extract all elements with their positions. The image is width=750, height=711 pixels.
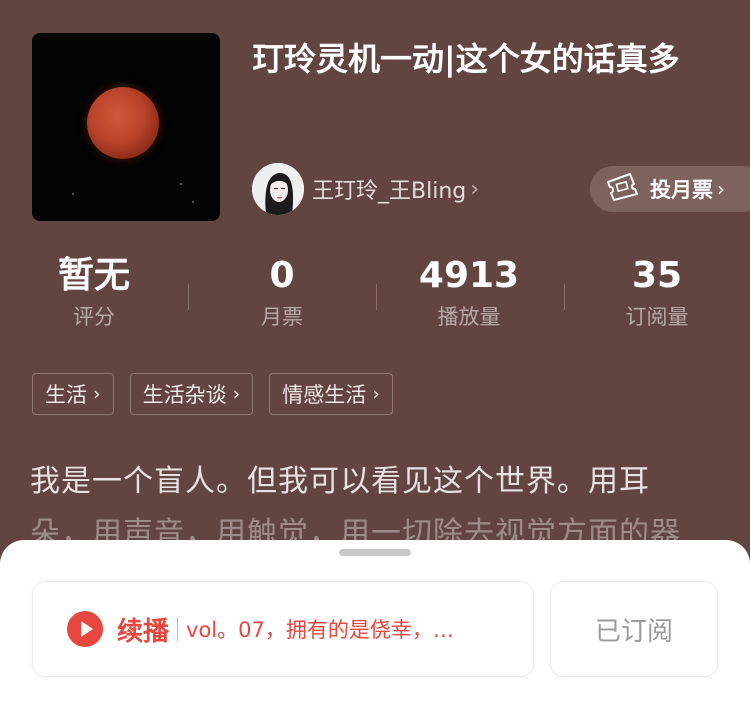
tag-label: 情感生活 — [282, 383, 367, 407]
description-line: 我是一个盲人。但我可以看见这个世界。用耳 — [30, 464, 650, 499]
chevron-right-icon: › — [470, 176, 480, 202]
tag-label: 生活杂谈 — [142, 383, 227, 407]
star-dot — [192, 201, 194, 203]
author-name: 王玎玲_王Bling — [312, 179, 467, 204]
category-tags: 生活 › 生活杂谈 › 情感生活 › — [32, 373, 393, 415]
stat-value: 暂无 — [57, 255, 130, 296]
drag-handle[interactable] — [339, 549, 411, 556]
stat-value: 35 — [631, 255, 683, 296]
star-dot — [72, 193, 74, 195]
continue-play-button[interactable]: 续播 vol。07，拥有的是侥幸，… — [32, 581, 534, 677]
stat-label: 订阅量 — [625, 305, 689, 329]
tag-life-chat[interactable]: 生活杂谈 › — [129, 373, 254, 415]
author-link[interactable]: 王玎玲_王Bling › — [252, 162, 479, 216]
episode-title: vol。07，拥有的是侥幸，… — [186, 618, 454, 642]
stat-value: 0 — [269, 255, 295, 296]
tag-life[interactable]: 生活 › — [32, 373, 114, 415]
stat-plays: 4913 播放量 — [394, 250, 544, 332]
stat-divider — [564, 284, 565, 310]
moon-image — [87, 87, 159, 159]
vote-label: 投月票 — [650, 178, 713, 202]
play-icon — [67, 611, 103, 647]
separator — [177, 617, 179, 641]
stat-label: 月票 — [261, 305, 303, 329]
podcast-title: 玎玲灵机一动|这个女的话真多 — [252, 40, 680, 78]
chevron-right-icon: › — [717, 177, 725, 201]
tag-label: 生活 — [45, 383, 87, 407]
subscribed-button[interactable]: 已订阅 — [550, 581, 718, 677]
stat-divider — [188, 284, 189, 310]
stat-label: 评分 — [73, 305, 115, 329]
stat-subscriptions: 35 订阅量 — [582, 250, 732, 332]
bottom-player-sheet: 续播 vol。07，拥有的是侥幸，… 已订阅 — [0, 540, 750, 711]
stat-label: 播放量 — [437, 305, 501, 329]
stat-rating: 暂无 评分 — [19, 250, 169, 332]
stats-bar: 暂无 评分 0 月票 4913 播放量 35 订阅量 — [0, 250, 750, 340]
chevron-right-icon: › — [93, 383, 101, 405]
continue-label: 续播 — [117, 616, 170, 647]
star-dot — [180, 183, 182, 185]
author-avatar — [252, 163, 304, 215]
tag-emotional-life[interactable]: 情感生活 › — [269, 373, 393, 415]
chevron-right-icon: › — [372, 383, 380, 405]
stat-divider — [376, 284, 377, 310]
stat-value: 4913 — [418, 255, 520, 296]
podcast-cover — [32, 33, 220, 221]
vote-monthly-ticket-button[interactable]: 投月票 › — [590, 166, 750, 212]
ticket-icon — [604, 172, 640, 206]
stat-monthly-tickets: 0 月票 — [207, 250, 357, 332]
chevron-right-icon: › — [232, 383, 241, 405]
